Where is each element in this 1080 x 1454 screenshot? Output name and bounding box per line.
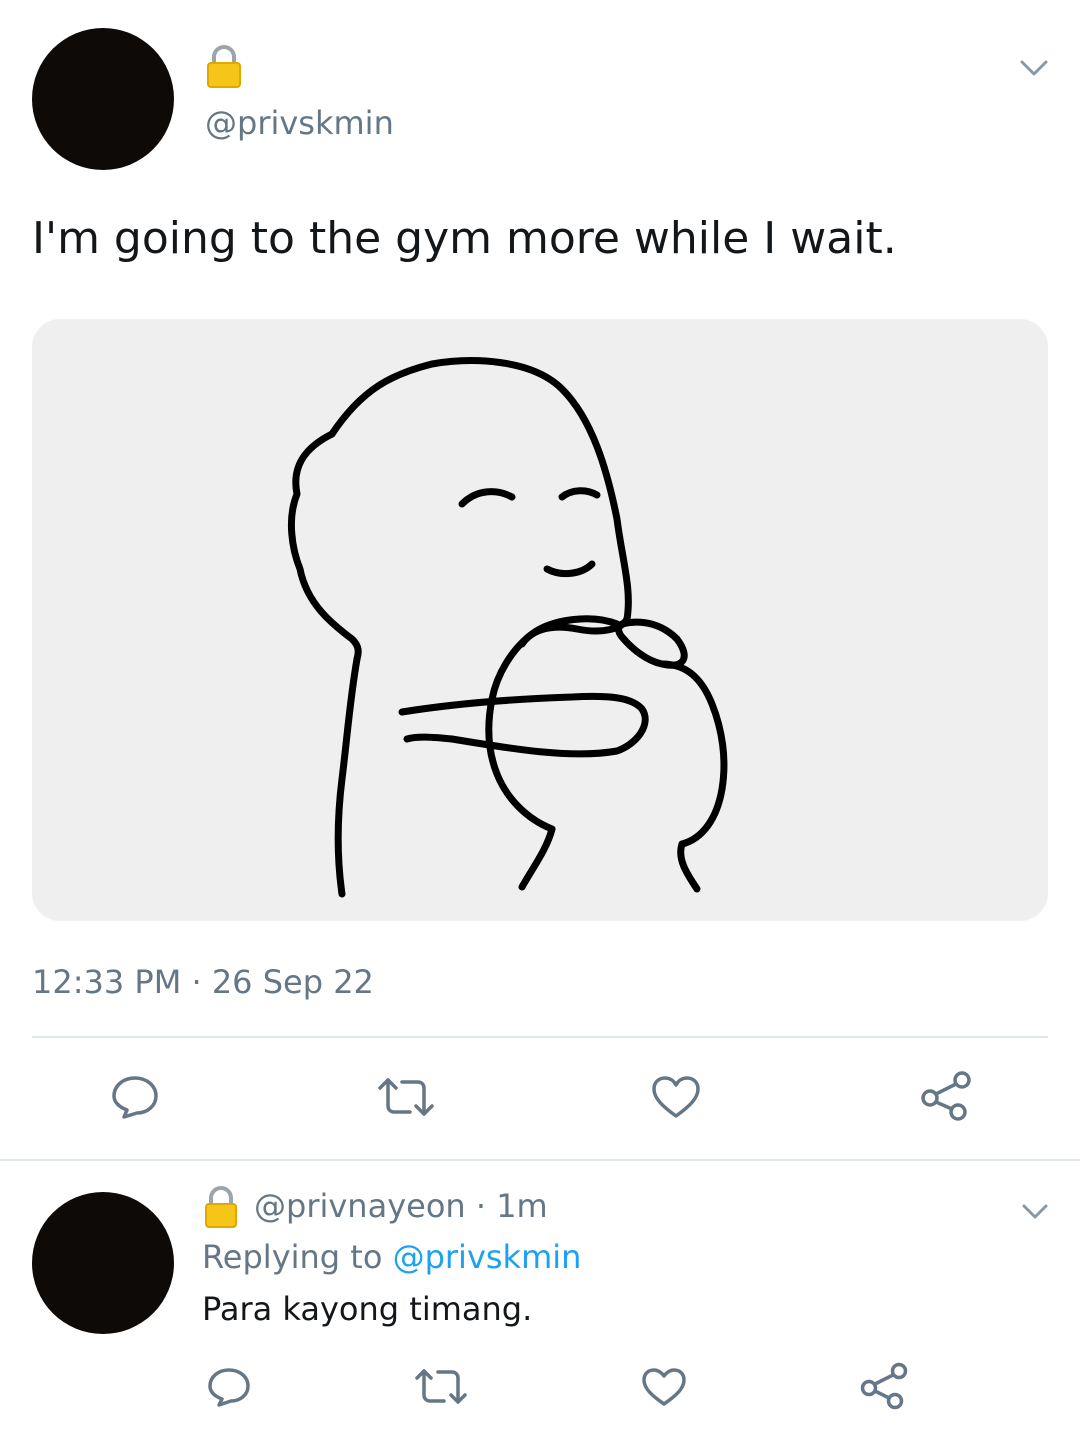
reply-icon[interactable] xyxy=(110,1074,160,1120)
tweet-media-image[interactable] xyxy=(32,319,1048,921)
lock-icon xyxy=(204,1186,238,1228)
retweet-icon[interactable] xyxy=(374,1074,438,1120)
retweet-icon[interactable] xyxy=(412,1366,470,1408)
author-avatar[interactable] xyxy=(32,28,174,170)
reply-age[interactable]: 1m xyxy=(496,1187,548,1225)
lock-icon xyxy=(206,44,242,88)
replying-to-handle-link[interactable]: @privskmin xyxy=(393,1238,582,1276)
reply-meta-separator: · xyxy=(465,1187,497,1225)
reply-header: @privnayeon · 1m xyxy=(254,1187,548,1225)
replying-to-prefix: Replying to xyxy=(202,1238,393,1276)
like-icon[interactable] xyxy=(650,1074,702,1120)
chevron-down-icon[interactable] xyxy=(1018,56,1050,80)
tweet-text: I'm going to the gym more while I wait. xyxy=(32,213,897,264)
reply-icon[interactable] xyxy=(206,1366,252,1408)
like-icon[interactable] xyxy=(640,1366,688,1408)
timestamp-separator: · xyxy=(181,963,212,1001)
tweet-date: 26 Sep 22 xyxy=(211,963,374,1001)
tweet-timestamp[interactable]: 12:33 PM · 26 Sep 22 xyxy=(32,963,374,1001)
divider xyxy=(32,1036,1048,1038)
tweet-time: 12:33 PM xyxy=(32,963,182,1001)
meme-drawing xyxy=(288,357,728,898)
chevron-down-icon[interactable] xyxy=(1020,1200,1050,1222)
share-icon[interactable] xyxy=(858,1362,910,1410)
author-handle[interactable]: @privskmin xyxy=(205,104,394,142)
share-icon[interactable] xyxy=(918,1070,974,1122)
reply-author-handle[interactable]: @privnayeon xyxy=(254,1187,466,1225)
section-divider xyxy=(0,1159,1080,1161)
reply-text: Para kayong timang. xyxy=(202,1290,533,1328)
replying-to-line: Replying to @privskmin xyxy=(202,1238,581,1276)
reply-author-avatar[interactable] xyxy=(32,1192,174,1334)
